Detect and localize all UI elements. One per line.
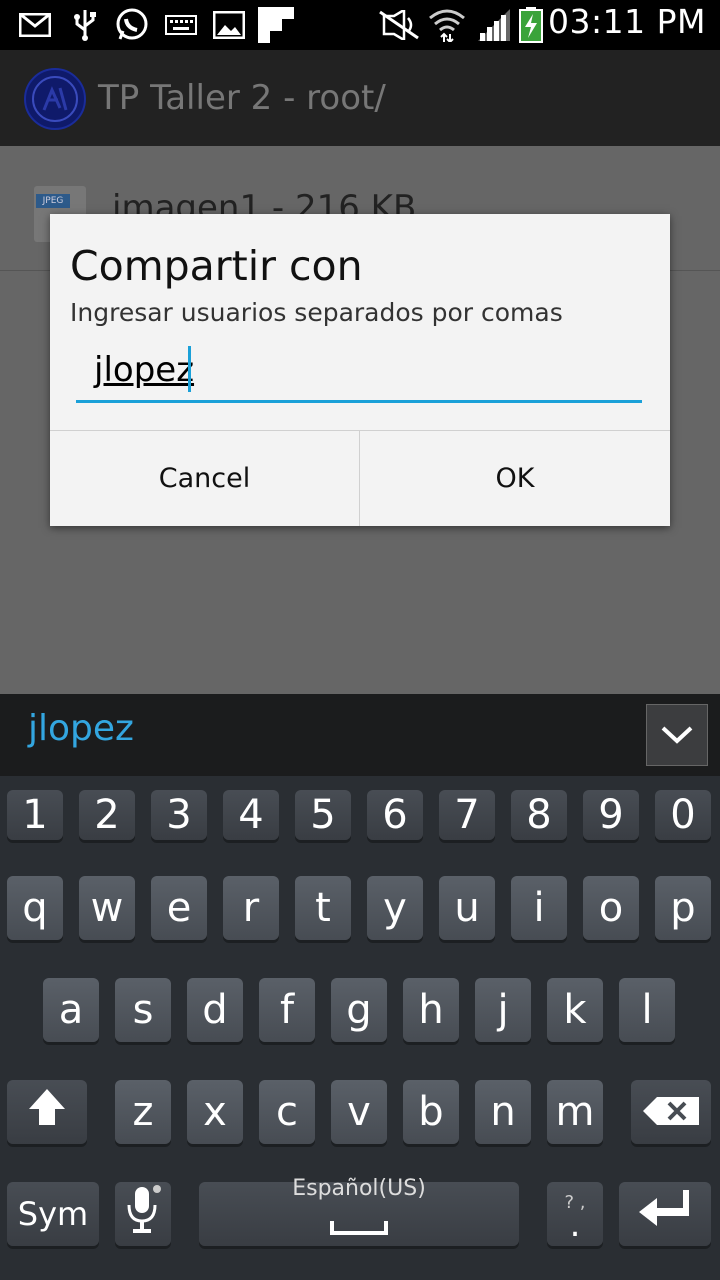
- key-5[interactable]: 5: [295, 790, 351, 840]
- key-9[interactable]: 9: [583, 790, 639, 840]
- key-7[interactable]: 7: [439, 790, 495, 840]
- app-title: TP Taller 2 - root/: [98, 78, 386, 118]
- key-k[interactable]: k: [547, 978, 603, 1042]
- space-bar-icon: [329, 1201, 389, 1247]
- status-bar: 03:11 PM: [0, 0, 720, 50]
- space-language-label: Español(US): [292, 1175, 426, 1201]
- shift-arrow-icon: [27, 1087, 67, 1137]
- battery-icon: [518, 7, 544, 43]
- key-e[interactable]: e: [151, 876, 207, 940]
- dialog-message: Ingresar usuarios separados por comas: [70, 298, 563, 327]
- status-time: 03:11 PM: [548, 2, 706, 41]
- key-u[interactable]: u: [439, 876, 495, 940]
- usb-icon: [72, 8, 98, 42]
- key-i[interactable]: i: [511, 876, 567, 940]
- key-6[interactable]: 6: [367, 790, 423, 840]
- key-q[interactable]: q: [7, 876, 63, 940]
- suggestion-bar: jlopez: [0, 694, 720, 776]
- key-g[interactable]: g: [331, 978, 387, 1042]
- microphone-icon: [123, 1183, 163, 1245]
- key-h[interactable]: h: [403, 978, 459, 1042]
- sym-key[interactable]: Sym: [7, 1182, 99, 1246]
- key-3[interactable]: 3: [151, 790, 207, 840]
- punctuation-key[interactable]: ? , .: [547, 1182, 603, 1246]
- key-2[interactable]: 2: [79, 790, 135, 840]
- key-o[interactable]: o: [583, 876, 639, 940]
- keyboard: 1 2 3 4 5 6 7 8 9 0 q w e r t y u i o p …: [0, 776, 720, 1280]
- key-p[interactable]: p: [655, 876, 711, 940]
- signal-icon: [476, 8, 512, 42]
- key-s[interactable]: s: [115, 978, 171, 1042]
- key-l[interactable]: l: [619, 978, 675, 1042]
- voice-input-key[interactable]: [115, 1182, 171, 1246]
- mail-icon: [18, 8, 52, 42]
- backspace-icon: [643, 1089, 699, 1135]
- key-f[interactable]: f: [259, 978, 315, 1042]
- app-logo[interactable]: [24, 68, 86, 130]
- key-t[interactable]: t: [295, 876, 351, 940]
- chevron-down-icon[interactable]: [646, 704, 708, 766]
- key-8[interactable]: 8: [511, 790, 567, 840]
- mute-icon: [378, 8, 420, 42]
- enter-key[interactable]: [619, 1182, 711, 1246]
- suggestion-word[interactable]: jlopez: [28, 708, 134, 749]
- ok-button[interactable]: OK: [360, 431, 670, 526]
- key-x[interactable]: x: [187, 1080, 243, 1144]
- key-n[interactable]: n: [475, 1080, 531, 1144]
- keyboard-icon: [164, 8, 198, 42]
- key-j[interactable]: j: [475, 978, 531, 1042]
- wifi-icon: [428, 8, 466, 42]
- space-key[interactable]: Español(US): [199, 1176, 519, 1247]
- whatsapp-icon: [114, 8, 150, 42]
- key-0[interactable]: 0: [655, 790, 711, 840]
- image-icon: [212, 8, 246, 42]
- action-bar: TP Taller 2 - root/: [0, 50, 720, 146]
- key-4[interactable]: 4: [223, 790, 279, 840]
- text-cursor: [188, 346, 191, 392]
- key-y[interactable]: y: [367, 876, 423, 940]
- key-m[interactable]: m: [547, 1080, 603, 1144]
- users-input-value: jlopez: [94, 350, 195, 390]
- users-input[interactable]: jlopez: [76, 342, 642, 403]
- dialog-title: Compartir con: [70, 242, 363, 290]
- key-z[interactable]: z: [115, 1080, 171, 1144]
- key-1[interactable]: 1: [7, 790, 63, 840]
- key-r[interactable]: r: [223, 876, 279, 940]
- share-dialog: Compartir con Ingresar usuarios separado…: [50, 214, 670, 526]
- key-b[interactable]: b: [403, 1080, 459, 1144]
- period-label: .: [569, 1204, 581, 1245]
- flipboard-icon: [258, 7, 294, 43]
- cancel-button[interactable]: Cancel: [50, 431, 359, 526]
- file-type-badge: JPEG: [36, 194, 70, 208]
- key-d[interactable]: d: [187, 978, 243, 1042]
- backspace-key[interactable]: [631, 1080, 711, 1144]
- shift-key[interactable]: [7, 1080, 87, 1144]
- key-c[interactable]: c: [259, 1080, 315, 1144]
- key-a[interactable]: a: [43, 978, 99, 1042]
- key-v[interactable]: v: [331, 1080, 387, 1144]
- key-w[interactable]: w: [79, 876, 135, 940]
- enter-arrow-icon: [639, 1190, 691, 1238]
